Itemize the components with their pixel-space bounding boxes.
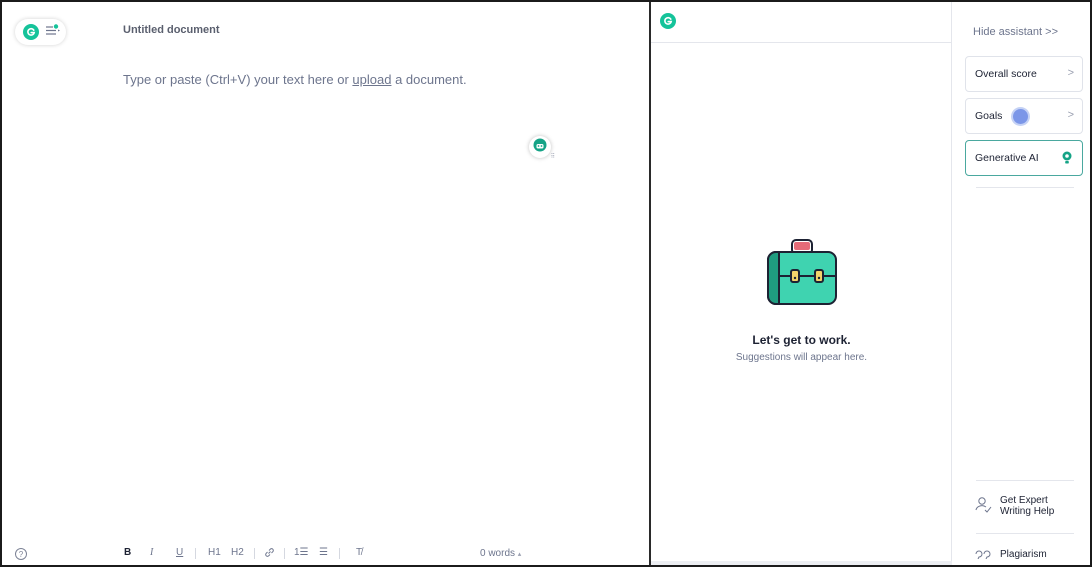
- expert-person-icon: [974, 496, 992, 517]
- expert-writing-help-link[interactable]: Get Expert Writing Help: [974, 495, 1054, 517]
- grammarly-logo-icon: [660, 13, 676, 29]
- empty-state: Let's get to work. Suggestions will appe…: [651, 238, 952, 363]
- grammarly-assistant-button[interactable]: ⠿: [529, 136, 556, 160]
- goals-label: Goals: [975, 110, 1003, 122]
- assistant-bot-icon: [533, 138, 547, 157]
- double-chevron-right-icon: >>: [1045, 26, 1059, 38]
- toolbar-divider: [254, 548, 255, 559]
- panel-divider: [976, 533, 1074, 534]
- panel-divider: [976, 480, 1074, 481]
- expert-help-line-1: Get Expert: [1000, 495, 1048, 506]
- hide-assistant-button[interactable]: Hide assistant >>: [973, 26, 1058, 38]
- expert-help-line-2: Writing Help: [1000, 506, 1055, 517]
- clear-format-button[interactable]: T̸: [356, 547, 362, 558]
- grammarly-logo-icon: [23, 24, 39, 40]
- panel-divider: [976, 187, 1074, 188]
- assistant-panel: Hide assistant >> Overall score > Goals …: [952, 2, 1090, 565]
- overall-score-label: Overall score: [975, 68, 1037, 80]
- heading-1-button[interactable]: H1: [208, 547, 221, 558]
- lightbulb-icon: [1061, 151, 1073, 168]
- placeholder-text: Type or paste (Ctrl+V) your text here or: [123, 72, 353, 87]
- upload-link[interactable]: upload: [352, 72, 391, 87]
- suggestions-header: [651, 2, 951, 43]
- plagiarism-link[interactable]: Plagiarism: [974, 547, 1047, 562]
- word-count[interactable]: 0 words ▴: [480, 548, 521, 559]
- goals-card[interactable]: Goals >: [965, 98, 1083, 134]
- plagiarism-label: Plagiarism: [1000, 549, 1047, 560]
- suggestions-footer-bar: [651, 561, 952, 565]
- hide-assistant-label: Hide assistant: [973, 26, 1043, 38]
- help-icon[interactable]: ?: [15, 548, 27, 560]
- bullet-list-button[interactable]: ☰: [319, 547, 328, 558]
- caret-up-icon: ▴: [517, 551, 522, 558]
- ordered-list-button[interactable]: 1☰: [294, 547, 309, 558]
- word-count-label: 0 words: [480, 548, 516, 559]
- expert-help-text: Get Expert Writing Help: [1000, 495, 1054, 517]
- underline-button[interactable]: U: [176, 547, 183, 558]
- briefcase-icon: [765, 239, 839, 312]
- heading-2-button[interactable]: H2: [231, 547, 244, 558]
- overall-score-card[interactable]: Overall score >: [965, 56, 1083, 92]
- drag-handle-icon[interactable]: ⠿: [551, 153, 556, 160]
- menu-lines-icon: [45, 23, 61, 41]
- goals-status-icon: [1013, 108, 1029, 124]
- document-title[interactable]: Untitled document: [123, 24, 220, 36]
- placeholder-text-end: a document.: [391, 72, 467, 87]
- toolbar-divider: [195, 548, 196, 559]
- toolbar-divider: [284, 548, 285, 559]
- suggestions-pane: Let's get to work. Suggestions will appe…: [651, 2, 952, 565]
- empty-state-subtitle: Suggestions will appear here.: [735, 352, 868, 363]
- generative-ai-card[interactable]: Generative AI: [965, 140, 1083, 176]
- chevron-right-icon: >: [1067, 67, 1074, 79]
- quote-marks-icon: [974, 547, 992, 562]
- chevron-right-icon: >: [1067, 109, 1074, 121]
- italic-button[interactable]: I: [150, 547, 153, 558]
- menu-toggle-button[interactable]: [15, 19, 66, 45]
- editor-pane: Untitled document Type or paste (Ctrl+V)…: [2, 2, 651, 565]
- format-toolbar: ? B I U H1 H2 1☰ ☰ T̸ 0 words ▴: [2, 543, 649, 565]
- bold-button[interactable]: B: [124, 547, 131, 558]
- empty-state-title: Let's get to work.: [752, 333, 851, 347]
- toolbar-divider: [339, 548, 340, 559]
- link-icon[interactable]: [264, 547, 275, 561]
- app-window: Untitled document Type or paste (Ctrl+V)…: [0, 0, 1092, 567]
- editor-placeholder[interactable]: Type or paste (Ctrl+V) your text here or…: [123, 72, 467, 87]
- generative-ai-label: Generative AI: [975, 152, 1039, 164]
